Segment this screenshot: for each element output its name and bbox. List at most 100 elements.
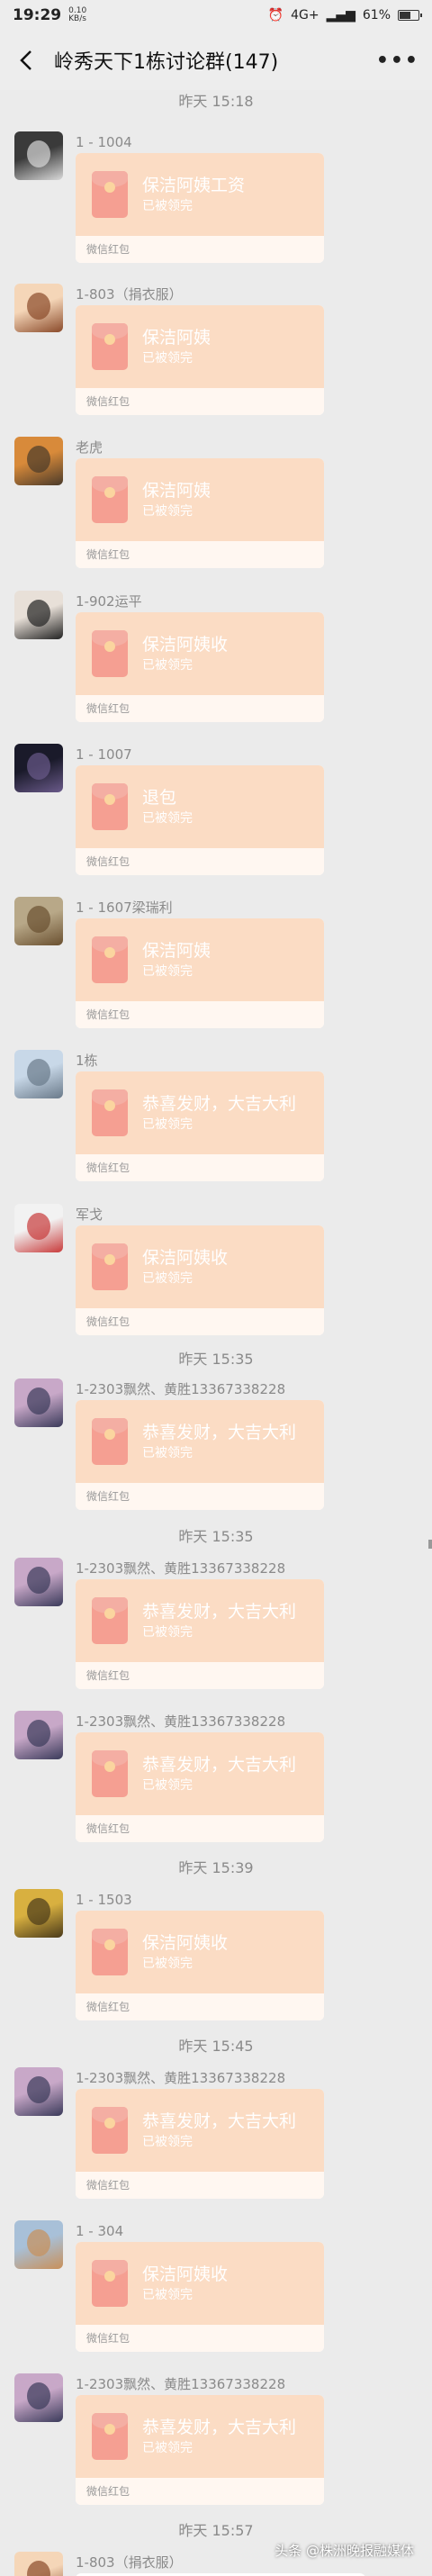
- red-packet-status: 已被领完: [142, 1117, 193, 1132]
- red-packet[interactable]: 保洁阿姨收已被领完微信红包: [76, 612, 324, 722]
- red-packet-title: 保洁阿姨收: [142, 635, 229, 655]
- red-packet-footer: 微信红包: [76, 695, 324, 722]
- red-packet-message: 1 - 304 保洁阿姨收 已被领完 微信红包: [0, 2220, 432, 2352]
- red-packet-title: 恭喜发财，大吉大利: [142, 1094, 297, 1114]
- signal-icon: ▂▄▆: [326, 8, 356, 23]
- sender-name: 1 - 1007: [76, 746, 132, 763]
- red-packet[interactable]: 恭喜发财，大吉大利已被领完微信红包: [76, 1071, 324, 1181]
- red-packet-footer: 微信红包: [76, 541, 324, 568]
- avatar[interactable]: [14, 284, 63, 332]
- avatar[interactable]: [14, 897, 63, 945]
- avatar[interactable]: [14, 1889, 63, 1938]
- more-options-button[interactable]: •••: [376, 50, 419, 72]
- time-divider: 昨天 15:35: [178, 1528, 254, 1545]
- sender-name: 1 - 1004: [76, 134, 132, 150]
- red-packet[interactable]: 保洁阿姨收 已被领完 微信红包: [76, 1911, 324, 2020]
- time-divider: 昨天 15:39: [178, 1859, 254, 1876]
- red-packet-body: 恭喜发财，大吉大利已被领完: [76, 1732, 324, 1815]
- red-packet-icon: [92, 1929, 128, 1975]
- red-packet[interactable]: 恭喜发财，大吉大利 已被领完 微信红包: [76, 2395, 324, 2505]
- red-packet-footer: 微信红包: [76, 1308, 324, 1335]
- red-packet[interactable]: 保洁阿姨 已被领完 微信红包: [76, 305, 324, 415]
- red-packet[interactable]: 保洁阿姨工资 已被领完 微信红包: [76, 153, 324, 263]
- red-packet-body: 保洁阿姨 已被领完: [76, 305, 324, 388]
- sender-name: 1-803（捐衣服）: [76, 286, 183, 303]
- red-packet-footer: 微信红包: [76, 2325, 324, 2352]
- red-packet-body: 恭喜发财，大吉大利已被领完: [76, 1071, 324, 1154]
- red-packet-icon: [92, 323, 128, 370]
- sender-name: 1-2303飘然、黄胜13367338228: [76, 1713, 286, 1730]
- red-packet-status: 已被领完: [142, 658, 193, 673]
- red-packet-status: 已被领完: [142, 1271, 193, 1286]
- red-packet-footer: 微信红包: [76, 2478, 324, 2505]
- time-divider: 昨天 15:18: [178, 93, 254, 110]
- red-packet-title: 保洁阿姨收: [142, 1933, 229, 1953]
- red-packet-footer: 微信红包: [76, 1662, 324, 1689]
- red-packet[interactable]: 保洁阿姨已被领完微信红包: [76, 458, 324, 568]
- red-packet[interactable]: 保洁阿姨 已被领完 微信红包: [76, 918, 324, 1028]
- red-packet-footer: 微信红包: [76, 1815, 324, 1842]
- avatar[interactable]: [14, 131, 63, 180]
- red-packet-icon: [92, 1597, 128, 1644]
- back-button[interactable]: [13, 47, 40, 74]
- red-packet-message: 老虎保洁阿姨已被领完微信红包: [0, 437, 432, 568]
- red-packet-icon: [92, 1089, 128, 1136]
- avatar[interactable]: [14, 744, 63, 792]
- red-packet[interactable]: 保洁阿姨收已被领完微信红包: [76, 1225, 324, 1335]
- network-speed: 0.10 KB/s: [68, 6, 87, 23]
- more-icon: •••: [375, 49, 419, 72]
- red-packet-status: 已被领完: [142, 199, 193, 213]
- message-list: 昨天 15:18 1 - 1004 保洁阿姨工资 已被领完 微信红包 1-803（捐衣服）…: [0, 90, 432, 2576]
- red-packet-status: 已被领完: [142, 1778, 193, 1793]
- red-packet-footer: 微信红包: [76, 848, 324, 875]
- status-bar: 19:29 0.10 KB/s ⏰ 4G+ ▂▄▆ 61%: [0, 0, 432, 31]
- red-packet[interactable]: 退包 已被领完 微信红包: [76, 765, 324, 875]
- red-packet-title: 保洁阿姨: [142, 941, 212, 961]
- red-packet-title: 恭喜发财，大吉大利: [142, 2111, 297, 2131]
- red-packet[interactable]: 恭喜发财，大吉大利 已被领完 微信红包: [76, 1579, 324, 1689]
- red-packet-status: 已被领完: [142, 1625, 193, 1640]
- avatar[interactable]: [14, 1378, 63, 1427]
- red-packet[interactable]: 恭喜发财，大吉大利已被领完微信红包: [76, 1732, 324, 1842]
- avatar[interactable]: [14, 2220, 63, 2269]
- red-packet-title: 保洁阿姨收: [142, 1248, 229, 1268]
- red-packet-title: 保洁阿姨: [142, 328, 212, 348]
- avatar[interactable]: [14, 2067, 63, 2116]
- avatar[interactable]: [14, 1558, 63, 1606]
- red-packet-icon: [92, 2107, 128, 2154]
- red-packet-message: 1 - 1607梁瑞利 保洁阿姨 已被领完 微信红包: [0, 897, 432, 1028]
- red-packet-body: 保洁阿姨收 已被领完: [76, 1225, 324, 1308]
- avatar[interactable]: [14, 437, 63, 485]
- sender-name: 老虎: [76, 439, 104, 456]
- red-packet-footer: 微信红包: [76, 1001, 324, 1028]
- scroll-indicator[interactable]: [428, 1540, 432, 1549]
- red-packet-icon: [92, 2260, 128, 2307]
- avatar[interactable]: [14, 1050, 63, 1098]
- red-packet-message: 1 - 1007 退包 已被领完 微信红包: [0, 744, 432, 875]
- avatar[interactable]: [14, 591, 63, 639]
- red-packet-status: 已被领完: [142, 504, 193, 519]
- red-packet-footer: 微信红包: [76, 1154, 324, 1181]
- battery-percent: 61%: [362, 8, 391, 23]
- sender-name: 1-2303飘然、黄胜13367338228: [76, 2070, 286, 2086]
- red-packet-body: 恭喜发财，大吉大利 已被领完: [76, 2395, 324, 2478]
- red-packet-title: 保洁阿姨: [142, 481, 212, 501]
- time-divider: 昨天 15:35: [178, 1351, 254, 1368]
- red-packet[interactable]: 恭喜发财，大吉大利 已被领完 微信红包: [76, 1400, 324, 1510]
- avatar[interactable]: [14, 2552, 63, 2576]
- red-packet-body: 退包 已被领完: [76, 765, 324, 848]
- sender-name: 军戈: [76, 1207, 104, 1223]
- network-type: 4G+: [291, 8, 320, 23]
- red-packet-message: 1 - 1004 保洁阿姨工资 已被领完 微信红包: [0, 131, 432, 263]
- red-packet-title: 保洁阿姨收: [142, 2264, 229, 2284]
- red-packet-body: 保洁阿姨 已被领完: [76, 458, 324, 541]
- avatar[interactable]: [14, 1204, 63, 1252]
- chat-header: 岭秀天下1栋讨论群(147) •••: [0, 31, 432, 90]
- avatar[interactable]: [14, 1711, 63, 1759]
- red-packet-title: 恭喜发财，大吉大利: [142, 1755, 297, 1775]
- red-packet-status: 已被领完: [142, 811, 193, 826]
- avatar[interactable]: [14, 2373, 63, 2422]
- red-packet[interactable]: 保洁阿姨收 已被领完 微信红包: [76, 2242, 324, 2352]
- red-packet[interactable]: 恭喜发财，大吉大利 已被领完 微信红包: [76, 2089, 324, 2199]
- red-packet-body: 保洁阿姨 已被领完: [76, 918, 324, 1001]
